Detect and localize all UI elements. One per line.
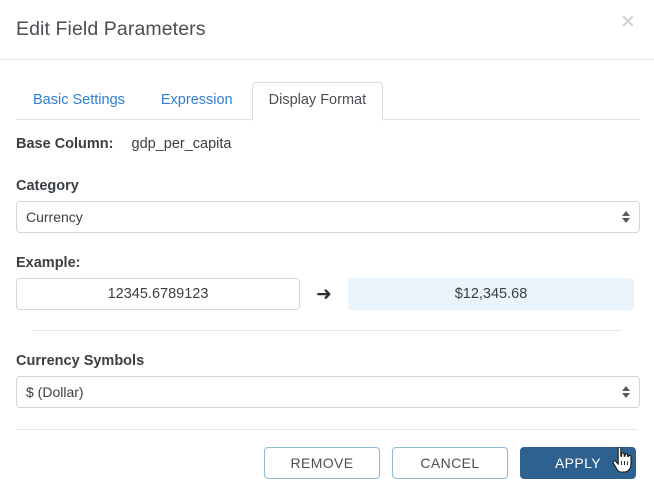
example-label: Example: xyxy=(16,255,81,271)
category-label: Category xyxy=(16,178,79,194)
cancel-button[interactable]: CANCEL xyxy=(392,447,508,479)
base-column-row: Base Column: gdp_per_capita xyxy=(16,136,638,156)
remove-button[interactable]: REMOVE xyxy=(264,447,380,479)
page-title: Edit Field Parameters xyxy=(16,18,206,40)
dialog-footer: REMOVE CANCEL APPLY xyxy=(0,430,654,479)
tab-basic-settings[interactable]: Basic Settings xyxy=(16,82,142,120)
dialog-body: Base Column: gdp_per_capita Category Cur… xyxy=(0,136,654,408)
currency-symbols-label: Currency Symbols xyxy=(16,353,145,369)
arrow-right-icon: ➜ xyxy=(316,282,332,305)
tab-expression[interactable]: Expression xyxy=(144,82,250,120)
currency-symbols-select-value: $ (Dollar) xyxy=(26,384,84,400)
example-row: ➜ $12,345.68 xyxy=(16,278,638,310)
example-input[interactable] xyxy=(16,278,300,310)
category-select-value: Currency xyxy=(26,209,83,225)
section-divider xyxy=(32,330,622,331)
dialog-header: Edit Field Parameters ✕ xyxy=(0,0,654,60)
currency-symbols-select[interactable]: $ (Dollar) xyxy=(16,376,640,408)
category-select[interactable]: Currency xyxy=(16,201,640,233)
base-column-value: gdp_per_capita xyxy=(131,136,232,152)
example-result: $12,345.68 xyxy=(348,278,634,310)
tab-strip: Basic Settings Expression Display Format xyxy=(0,60,654,121)
chevron-updown-icon xyxy=(622,386,630,398)
base-column-label: Base Column: xyxy=(16,136,114,152)
apply-button[interactable]: APPLY xyxy=(520,447,636,479)
tab-display-format[interactable]: Display Format xyxy=(251,81,384,121)
chevron-updown-icon xyxy=(622,211,630,223)
close-icon[interactable]: ✕ xyxy=(617,11,639,33)
